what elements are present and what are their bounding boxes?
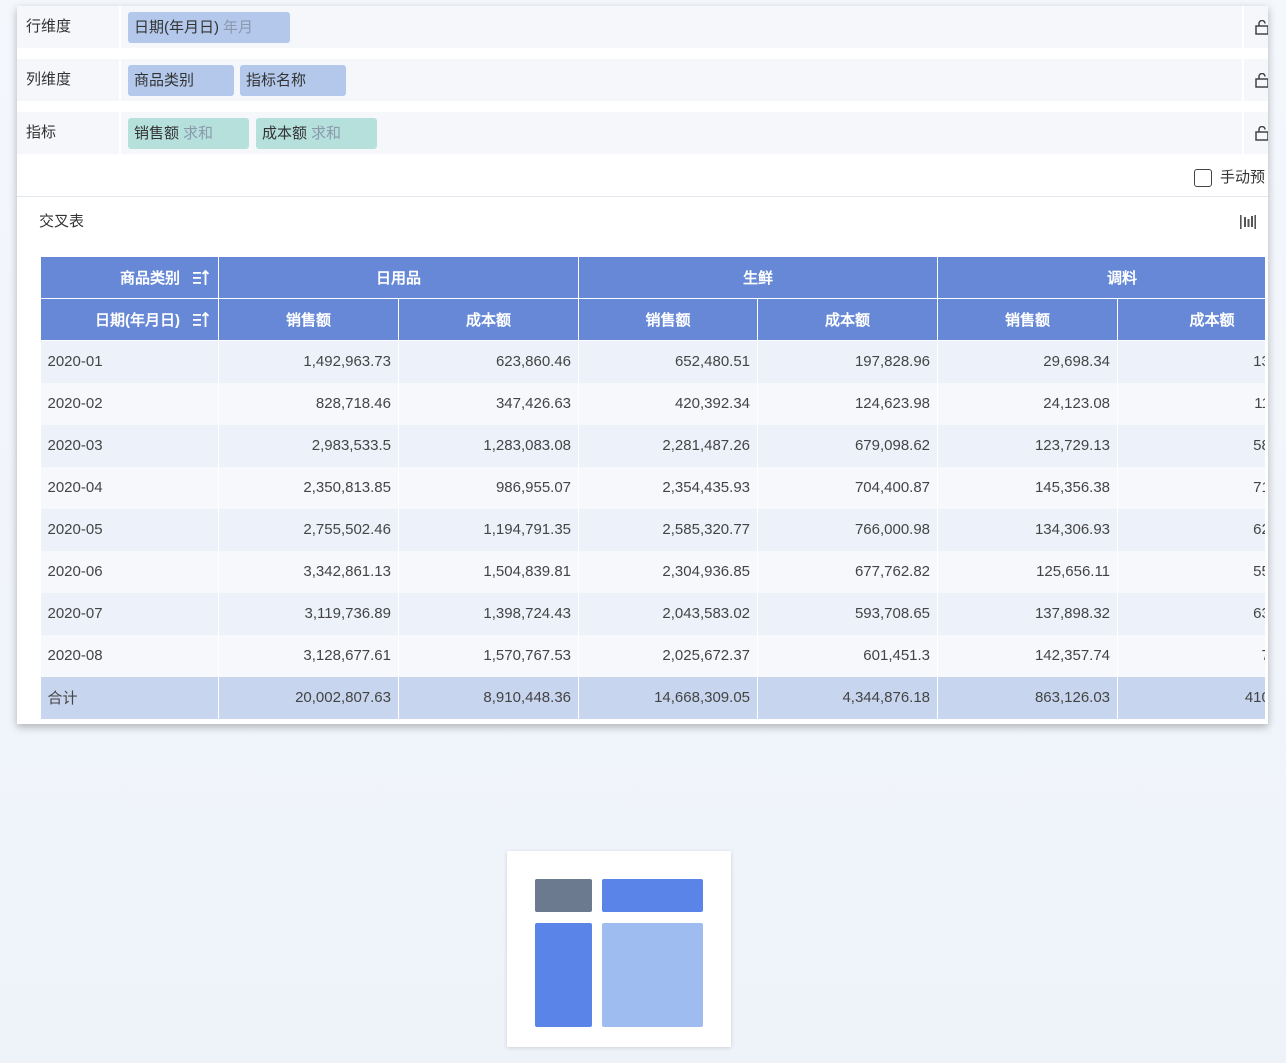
value-cell: 347,426.63 [398,382,580,425]
header-measure: 销售额 [218,298,399,341]
value-cell: 11,086 [1117,382,1265,425]
header-measure: 销售额 [937,298,1119,341]
value-cell: 13,277 [1117,340,1265,383]
header-measure: 成本额 [397,298,580,341]
value-cell: 601,451.3 [757,634,939,677]
header-category-seasoning: 调料 [937,256,1265,299]
value-cell: 3,342,861.13 [218,550,399,593]
header-category-fresh: 生鲜 [578,256,939,299]
value-cell: 828,718.46 [218,382,399,425]
value-cell: 63,791 [1117,592,1265,635]
cross-table: 商品类别 日用品 生鲜 调料 日期(年月日) 销售额 成本额 销售额 成本额 销… [40,256,1265,719]
crosstable-logo [507,851,731,1047]
value-cell: 2,025,672.37 [578,634,759,677]
logo-block-corner [535,879,592,912]
value-cell: 704,400.87 [757,466,939,509]
value-cell: 142,357.74 [937,634,1119,677]
value-cell: 1,283,083.08 [398,424,580,467]
total-value-cell: 410,413 [1117,676,1265,719]
corner-category-label: 商品类别 [119,270,180,287]
table-row: 2020-08 3,128,677.61 1,570,767.53 2,025,672… [40,634,1265,677]
value-cell: 123,729.13 [937,424,1119,467]
total-label-cell: 合计 [40,676,219,719]
value-cell: 2,350,813.85 [218,466,399,509]
value-cell: 134,306.93 [937,508,1119,551]
value-cell: 679,098.62 [757,424,939,467]
corner-header-category: 商品类别 [40,256,219,299]
value-cell: 2,983,533.5 [218,424,399,467]
value-cell: 2,281,487.26 [578,424,759,467]
header-measure: 成本额 [1117,298,1265,341]
table-row: 2020-06 3,342,861.13 1,504,839.81 2,304,936… [40,550,1265,593]
total-row: 合计 20,002,807.63 8,910,448.36 14,668,309.05… [40,676,1265,719]
row-date-cell: 2020-01 [40,340,219,383]
cross-table-viewport: 商品类别 日用品 生鲜 调料 日期(年月日) 销售额 成本额 销售额 成本额 销… [17,6,1265,724]
table-row: 2020-01 1,492,963.73 623,860.46 652,480.51 1… [40,340,1265,383]
value-cell: 24,123.08 [937,382,1119,425]
total-value-cell: 20,002,807.63 [218,676,399,719]
value-cell: 55,863 [1117,550,1265,593]
value-cell: 71,898 [1117,466,1265,509]
value-cell: 145,356.38 [937,466,1119,509]
table-body: 2020-01 1,492,963.73 623,860.46 652,480.51 1… [40,340,1265,719]
row-date-cell: 2020-02 [40,382,219,425]
row-date-cell: 2020-06 [40,550,219,593]
value-cell: 137,898.32 [937,592,1119,635]
value-cell: 3,119,736.89 [218,592,399,635]
value-cell: 652,480.51 [578,340,759,383]
row-date-cell: 2020-03 [40,424,219,467]
value-cell: 1,504,839.81 [398,550,580,593]
value-cell: 677,762.82 [757,550,939,593]
value-cell: 1,570,767.53 [398,634,580,677]
value-cell: 1,492,963.73 [218,340,399,383]
row-date-cell: 2020-08 [40,634,219,677]
logo-block-left [535,923,592,1027]
total-value-cell: 8,910,448.36 [398,676,580,719]
value-cell: 2,585,320.77 [578,508,759,551]
total-value-cell: 14,668,309.05 [578,676,759,719]
table-row: 2020-02 828,718.46 347,426.63 420,392.34 124… [40,382,1265,425]
table-row: 2020-03 2,983,533.5 1,283,083.08 2,281,487.… [40,424,1265,467]
header-measure: 成本额 [757,298,939,341]
sort-icon[interactable] [192,269,210,287]
value-cell: 62,855 [1117,508,1265,551]
value-cell: 197,828.96 [757,340,939,383]
value-cell: 1,194,791.35 [398,508,580,551]
value-cell: 72,87 [1117,634,1265,677]
logo-block-top [602,879,703,912]
table-row: 2020-07 3,119,736.89 1,398,724.43 2,043,583… [40,592,1265,635]
value-cell: 2,755,502.46 [218,508,399,551]
header-measure: 销售额 [578,298,759,341]
value-cell: 2,354,435.93 [578,466,759,509]
value-cell: 420,392.34 [578,382,759,425]
row-date-cell: 2020-05 [40,508,219,551]
sort-icon[interactable] [192,311,210,329]
value-cell: 58,769 [1117,424,1265,467]
total-value-cell: 863,126.03 [937,676,1119,719]
value-cell: 29,698.34 [937,340,1119,383]
table-row: 2020-04 2,350,813.85 986,955.07 2,354,435.9… [40,466,1265,509]
value-cell: 124,623.98 [757,382,939,425]
value-cell: 2,043,583.02 [578,592,759,635]
header-category-daily: 日用品 [217,256,580,299]
value-cell: 125,656.11 [937,550,1119,593]
row-date-cell: 2020-04 [40,466,219,509]
total-value-cell: 4,344,876.18 [757,676,939,719]
value-cell: 593,708.65 [757,592,939,635]
logo-block-body [602,923,703,1027]
value-cell: 3,128,677.61 [218,634,399,677]
value-cell: 2,304,936.85 [578,550,759,593]
table-row: 2020-05 2,755,502.46 1,194,791.35 2,585,320… [40,508,1265,551]
corner-date-label: 日期(年月日) [95,312,180,329]
row-date-cell: 2020-07 [40,592,219,635]
value-cell: 623,860.46 [398,340,580,383]
value-cell: 986,955.07 [398,466,580,509]
value-cell: 766,000.98 [757,508,939,551]
corner-header-date: 日期(年月日) [40,298,219,341]
value-cell: 1,398,724.43 [398,592,580,635]
